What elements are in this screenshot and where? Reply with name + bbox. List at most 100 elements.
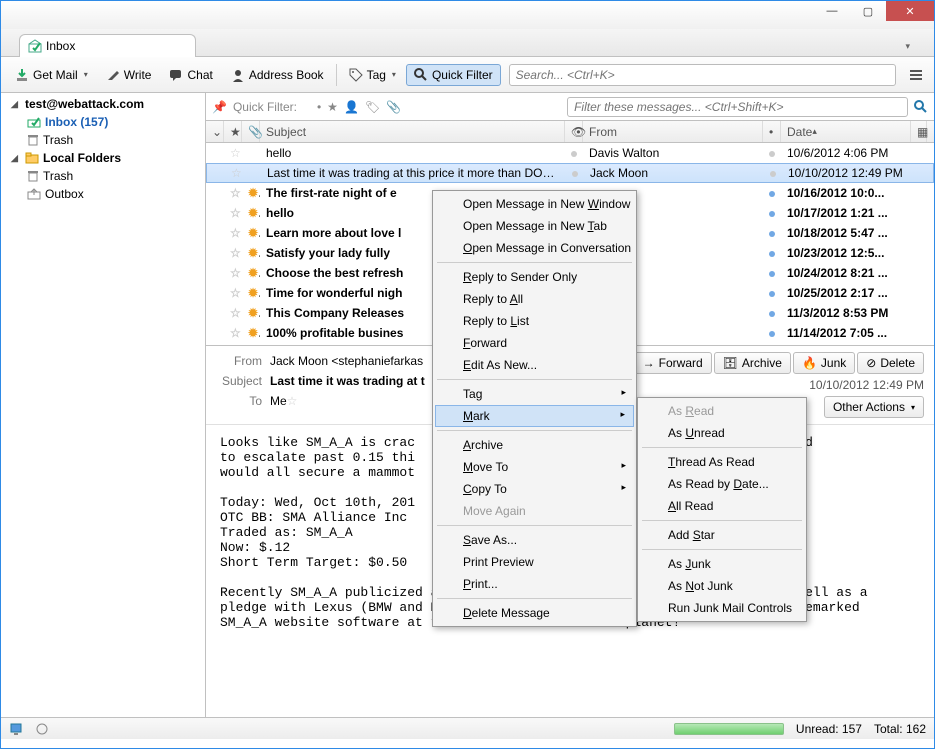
menu-reply-list[interactable]: Reply to List: [435, 310, 634, 332]
forward-button[interactable]: →Forward: [634, 352, 712, 374]
close-button[interactable]: ✕: [886, 1, 934, 21]
menu-add-star[interactable]: Add Star: [640, 524, 804, 546]
message-date: 10/25/2012 2:17 ...: [781, 286, 911, 300]
message-subject: hello: [260, 146, 565, 160]
menu-save-as[interactable]: Save As...: [435, 529, 634, 551]
tag-button[interactable]: Tag ▾: [341, 64, 404, 86]
menu-as-read-by-date[interactable]: As Read by Date...: [640, 473, 804, 495]
menu-edit-as-new[interactable]: Edit As New...: [435, 354, 634, 376]
read-dot-icon: [769, 251, 775, 257]
online-icon[interactable]: [9, 722, 23, 736]
from-label: From: [216, 352, 266, 372]
write-button[interactable]: Write: [98, 64, 160, 86]
col-correspondents[interactable]: 👁: [565, 121, 583, 142]
message-date: 10/16/2012 10:0...: [781, 186, 911, 200]
window-titlebar: — ▢ ✕: [1, 1, 934, 29]
folder-outbox[interactable]: Outbox: [1, 185, 205, 203]
menu-as-not-junk[interactable]: As Not Junk: [640, 575, 804, 597]
junk-button[interactable]: 🔥Junk: [793, 352, 855, 374]
menu-as-read: As Read: [640, 400, 804, 422]
message-row[interactable]: ☆ Last time it was trading at this price …: [206, 163, 934, 183]
col-read[interactable]: •: [763, 121, 781, 142]
tabstrip-menu-icon[interactable]: ▾: [881, 37, 934, 56]
forward-icon: →: [643, 356, 655, 370]
star-icon[interactable]: ☆: [230, 326, 242, 340]
search-input[interactable]: [509, 64, 896, 86]
col-attachment[interactable]: 📎: [242, 121, 260, 142]
status-total: Total: 162: [874, 722, 926, 736]
archive-icon: 🗄: [723, 356, 738, 370]
search-icon[interactable]: [914, 100, 928, 114]
menu-move-to[interactable]: Move To▸: [435, 456, 634, 478]
account-node[interactable]: ◢test@webattack.com: [1, 95, 205, 113]
menu-open-conversation[interactable]: Open Message in Conversation: [435, 237, 634, 259]
address-book-button[interactable]: Address Book: [223, 64, 332, 86]
star-icon[interactable]: ☆: [230, 306, 242, 320]
menu-all-read[interactable]: All Read: [640, 495, 804, 517]
outbox-icon: [27, 188, 41, 200]
menu-reply-sender[interactable]: Reply to Sender Only: [435, 266, 634, 288]
star-icon[interactable]: ☆: [230, 246, 242, 260]
menu-archive[interactable]: Archive: [435, 434, 634, 456]
col-subject[interactable]: Subject: [260, 121, 565, 142]
minimize-button[interactable]: —: [814, 1, 850, 21]
folder-inbox[interactable]: Inbox (157): [1, 113, 205, 131]
menu-open-new-window[interactable]: Open Message in New Window: [435, 193, 634, 215]
message-date: 10/6/2012 4:06 PM: [781, 146, 911, 160]
message-date: 10/24/2012 8:21 ...: [781, 266, 911, 280]
read-dot-icon: [770, 171, 776, 177]
star-icon[interactable]: ☆: [231, 166, 243, 180]
col-thread[interactable]: ⌄: [206, 121, 224, 142]
filter-tags-icon[interactable]: 🏷: [365, 100, 380, 114]
star-icon[interactable]: ☆: [230, 266, 242, 280]
col-picker[interactable]: ▦: [911, 121, 927, 142]
archive-button[interactable]: 🗄Archive: [714, 352, 791, 374]
star-icon[interactable]: ☆: [230, 186, 242, 200]
pencil-icon: [106, 68, 120, 82]
folder-trash[interactable]: Trash: [1, 131, 205, 149]
menu-tag[interactable]: Tag▸: [435, 383, 634, 405]
menu-run-junk-controls[interactable]: Run Junk Mail Controls: [640, 597, 804, 619]
filter-attachment-icon[interactable]: 📎: [386, 100, 401, 114]
col-star[interactable]: ★: [224, 121, 242, 142]
menu-open-new-tab[interactable]: Open Message in New Tab: [435, 215, 634, 237]
message-subject: Last time it was trading at this price i…: [261, 166, 566, 180]
delete-button[interactable]: ⊘Delete: [857, 352, 924, 374]
pin-icon[interactable]: 📌: [212, 100, 227, 114]
download-icon: [15, 68, 29, 82]
read-dot-icon: [769, 291, 775, 297]
filter-starred-icon[interactable]: ★: [327, 100, 338, 114]
filter-input[interactable]: [567, 97, 908, 117]
status-unread: Unread: 157: [796, 722, 862, 736]
menu-reply-all[interactable]: Reply to All: [435, 288, 634, 310]
menu-as-unread[interactable]: As Unread: [640, 422, 804, 444]
menu-copy-to[interactable]: Copy To▸: [435, 478, 634, 500]
menu-thread-as-read[interactable]: Thread As Read: [640, 451, 804, 473]
other-actions-button[interactable]: Other Actions▾: [824, 396, 924, 418]
star-icon[interactable]: ☆: [230, 206, 242, 220]
maximize-button[interactable]: ▢: [850, 1, 886, 21]
folder-local-trash[interactable]: Trash: [1, 167, 205, 185]
star-icon[interactable]: ☆: [230, 286, 242, 300]
appmenu-button[interactable]: [904, 63, 928, 87]
activity-icon[interactable]: [35, 722, 49, 736]
star-icon[interactable]: ☆: [230, 226, 242, 240]
menu-forward[interactable]: Forward: [435, 332, 634, 354]
menu-mark[interactable]: Mark▸: [435, 405, 634, 427]
star-icon[interactable]: ☆: [230, 146, 242, 160]
tab-inbox[interactable]: Inbox: [19, 34, 196, 57]
menu-delete-message[interactable]: Delete Message: [435, 602, 634, 624]
message-row[interactable]: ☆ hello Davis Walton 10/6/2012 4:06 PM: [206, 143, 934, 163]
get-mail-button[interactable]: Get Mail ▾: [7, 64, 96, 86]
col-from[interactable]: From: [583, 121, 763, 142]
menu-print-preview[interactable]: Print Preview: [435, 551, 634, 573]
filter-contact-icon[interactable]: 👤: [344, 100, 359, 114]
filter-unread-icon[interactable]: •: [317, 100, 321, 114]
quick-filter-button[interactable]: Quick Filter: [406, 64, 501, 86]
message-from: Davis Walton: [583, 146, 763, 160]
menu-as-junk[interactable]: As Junk: [640, 553, 804, 575]
chat-button[interactable]: Chat: [161, 64, 220, 86]
col-date[interactable]: Date ▴: [781, 121, 911, 142]
local-folders-node[interactable]: ◢ Local Folders: [1, 149, 205, 167]
menu-print[interactable]: Print...: [435, 573, 634, 595]
